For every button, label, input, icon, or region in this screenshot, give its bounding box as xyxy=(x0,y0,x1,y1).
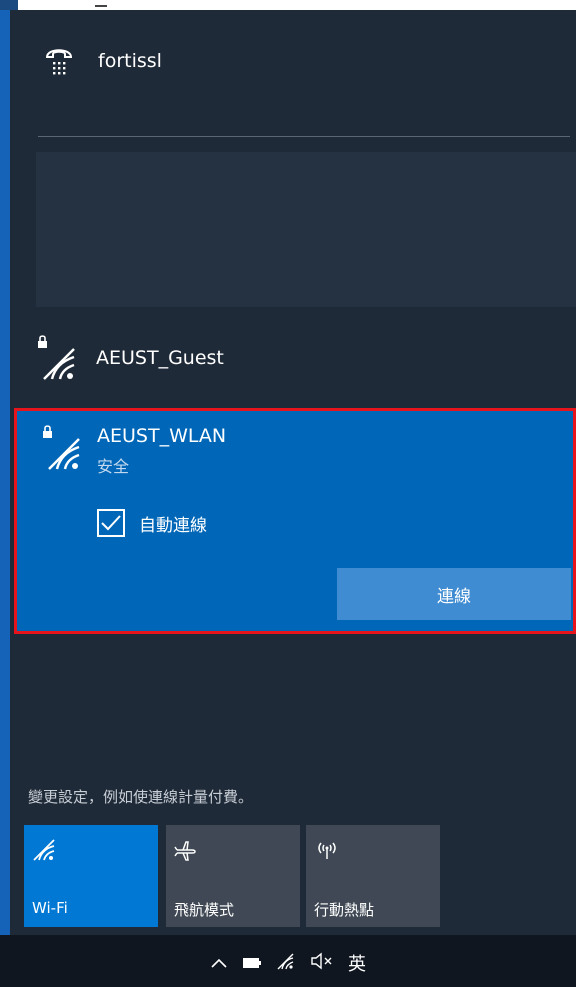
wifi-icon[interactable] xyxy=(276,952,296,974)
volume-mute-icon[interactable] xyxy=(310,952,334,974)
input-language-indicator[interactable]: 英 xyxy=(348,950,366,976)
auto-connect-label: 自動連線 xyxy=(139,515,207,536)
vpn-item[interactable]: fortissl xyxy=(44,36,162,86)
hotspot-icon xyxy=(314,839,340,865)
checkbox[interactable] xyxy=(97,509,125,537)
change-settings-link[interactable]: 變更設定，例如使連線計量付費。 xyxy=(28,786,253,807)
connect-button[interactable]: 連線 xyxy=(337,568,571,620)
tile-label: Wi-Fi xyxy=(32,899,68,917)
tile-label: 飛航模式 xyxy=(174,901,235,919)
auto-connect-checkbox[interactable]: 自動連線 xyxy=(97,509,207,537)
wifi-secured-icon xyxy=(36,335,78,381)
chevron-up-icon[interactable] xyxy=(210,954,228,973)
mobile-hotspot-tile[interactable]: 行動熱點 xyxy=(306,825,440,927)
section-divider xyxy=(38,136,570,137)
desktop-wallpaper-edge xyxy=(0,10,10,987)
network-item-aeust-guest[interactable]: AEUST_Guest xyxy=(36,330,224,386)
empty-panel xyxy=(36,152,576,307)
airplane-mode-tile[interactable]: 飛航模式 xyxy=(166,825,300,927)
window-top-strip xyxy=(0,0,576,10)
vpn-dialup-icon xyxy=(44,43,74,79)
tile-label: 行動熱點 xyxy=(314,901,375,919)
network-name: AEUST_Guest xyxy=(96,347,224,369)
airplane-icon xyxy=(174,839,198,865)
battery-icon[interactable] xyxy=(242,954,262,973)
wifi-icon xyxy=(32,839,58,865)
system-tray: 英 xyxy=(210,950,366,976)
checkmark-icon xyxy=(101,515,121,531)
divider xyxy=(95,5,107,7)
wifi-secured-icon xyxy=(41,425,83,475)
wifi-toggle-tile[interactable]: Wi-Fi xyxy=(24,825,158,927)
network-security-status: 安全 xyxy=(97,457,130,476)
vpn-name: fortissl xyxy=(98,50,162,72)
network-name: AEUST_WLAN xyxy=(97,425,227,447)
wallpaper-strip xyxy=(0,0,18,10)
network-item-aeust-wlan[interactable]: AEUST_WLAN 安全 自動連線 連線 xyxy=(14,408,576,634)
